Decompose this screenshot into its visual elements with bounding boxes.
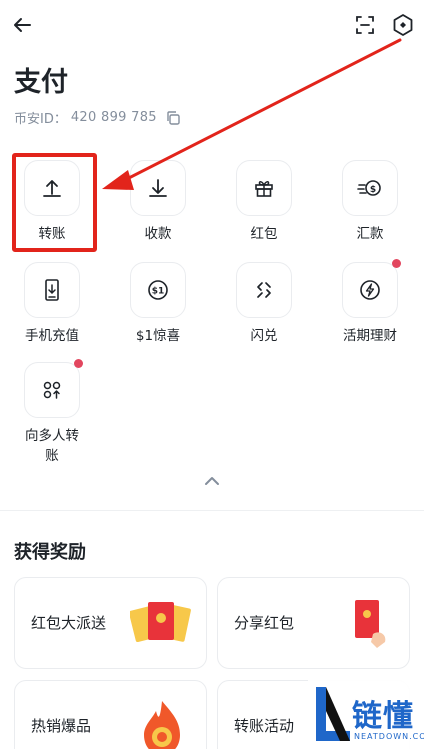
- watermark: 链懂 NEATDOWN.COM: [308, 679, 424, 749]
- settings-button[interactable]: [390, 12, 416, 38]
- action-remit[interactable]: $ 汇款: [318, 160, 422, 244]
- receive-tile[interactable]: [130, 160, 186, 216]
- notification-dot: [74, 359, 83, 368]
- action-label: 活期理财: [343, 328, 397, 344]
- action-label: 向多人转 账: [25, 428, 79, 464]
- mobile-topup-tile[interactable]: [24, 262, 80, 318]
- action-flexible-savings[interactable]: 活期理财: [318, 259, 422, 346]
- action-label: 汇款: [356, 226, 384, 242]
- action-multi-transfer[interactable]: 向多人转 账: [0, 359, 104, 466]
- download-arrow-icon: [149, 179, 167, 197]
- reward-label: 转账活动: [234, 717, 295, 735]
- watermark-text: 链懂: [352, 699, 414, 734]
- action-label: $1惊喜: [135, 328, 181, 344]
- red-packet-tile[interactable]: [236, 160, 292, 216]
- action-label: 闪兑: [250, 328, 278, 344]
- multi-transfer-tile[interactable]: [24, 359, 83, 418]
- settings-hexagon-icon: [393, 14, 413, 36]
- top-bar: [0, 0, 424, 52]
- mobile-topup-icon: [45, 279, 59, 301]
- rewards-title: 获得奖励: [14, 542, 86, 563]
- remit-tile[interactable]: $: [342, 160, 398, 216]
- svg-text:$1: $1: [152, 287, 165, 297]
- share-red-envelope-illustration: [355, 600, 386, 648]
- svg-text:$: $: [370, 185, 376, 195]
- transfer-tile[interactable]: [24, 160, 80, 216]
- reward-card-hot-items[interactable]: 热销爆品: [14, 680, 207, 749]
- upload-arrow-icon: [43, 180, 61, 197]
- reward-label: 分享红包: [234, 614, 295, 632]
- lightning-earn-icon: [360, 280, 380, 300]
- action-dollar-surprise[interactable]: $1 $1惊喜: [106, 262, 210, 346]
- copy-icon[interactable]: [165, 110, 181, 126]
- action-label: 收款: [144, 226, 172, 242]
- dollar-coin-icon: $1: [148, 280, 168, 300]
- back-button[interactable]: [10, 12, 36, 38]
- action-receive[interactable]: 收款: [106, 160, 210, 244]
- uid-value: 420 899 785: [70, 110, 157, 125]
- page-title: 支付: [14, 67, 68, 98]
- uid-label: 币安ID：: [14, 112, 67, 127]
- action-label: 手机充值: [25, 328, 79, 344]
- action-mobile-topup[interactable]: 手机充值: [0, 262, 104, 346]
- watermark-sub: NEATDOWN.COM: [354, 732, 424, 741]
- gift-icon: [255, 181, 273, 197]
- convert-tile[interactable]: [236, 262, 292, 318]
- notification-dot: [392, 259, 401, 268]
- action-transfer[interactable]: 转账: [0, 160, 104, 244]
- action-label: 红包: [250, 226, 278, 242]
- red-envelopes-illustration: [130, 602, 191, 643]
- reward-card-share-red-packet[interactable]: 分享红包: [217, 577, 410, 669]
- action-red-packet[interactable]: 红包: [212, 160, 316, 244]
- uid-row: 币安ID： 420 899 785: [14, 108, 181, 127]
- remittance-icon: $: [357, 180, 381, 196]
- collapse-button[interactable]: [198, 470, 226, 490]
- reward-label: 热销爆品: [31, 717, 92, 735]
- multi-transfer-icon: [43, 381, 61, 399]
- flame-illustration: [144, 701, 180, 749]
- reward-label: 红包大派送: [31, 614, 107, 632]
- reward-card-red-packet-giveaway[interactable]: 红包大派送: [14, 577, 207, 669]
- swap-icon: [257, 282, 271, 298]
- scan-icon: [356, 16, 374, 34]
- arrow-left-icon: [14, 18, 31, 32]
- action-convert[interactable]: 闪兑: [212, 262, 316, 346]
- chevron-up-icon: [205, 477, 219, 485]
- dollar-surprise-tile[interactable]: $1: [130, 262, 186, 318]
- flexible-savings-tile[interactable]: [342, 259, 401, 318]
- action-label: 转账: [38, 226, 66, 242]
- scan-button[interactable]: [352, 12, 378, 38]
- watermark-logo: [316, 687, 350, 741]
- section-divider: [0, 510, 424, 511]
